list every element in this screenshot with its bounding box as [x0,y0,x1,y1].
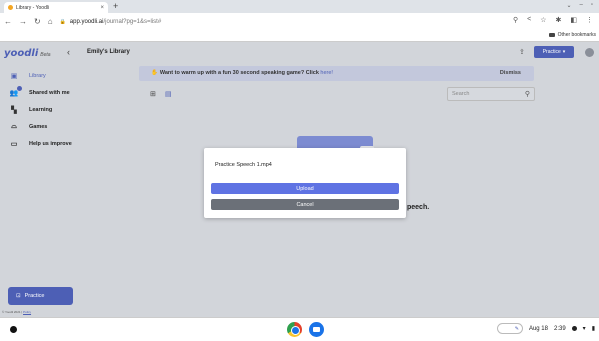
browser-tab[interactable]: Library - Yoodli × [4,2,108,13]
collapse-sidebar-chevron-icon[interactable]: ‹ [67,47,70,57]
warmup-banner: ✋ Want to warm up with a fun 30 second sp… [139,66,534,81]
window-controls: ⌄ – ▫ [566,2,593,9]
waving-hand-icon: ✋ [151,70,158,76]
search-input[interactable] [452,91,525,97]
yoodli-favicon-icon [8,5,13,10]
cancel-button[interactable]: Cancel [211,199,399,210]
empty-state-text: peech. [407,204,430,211]
chrome-icon[interactable] [287,322,302,337]
sidebar-item-shared-with-me[interactable]: 👥 Shared with me [10,86,70,97]
sidebar-item-help-us-improve[interactable]: ▭ Help us improve [10,140,72,148]
list-view-icon[interactable]: ▤ [165,91,172,98]
practice-camera-icon: ⊡ [16,293,21,299]
sidebar-item-label: Shared with me [29,89,70,96]
toolbar-actions: ⚲ < ☆ ✱ ◧ ⋮ [513,16,593,24]
lock-icon: 🔒 [59,18,66,25]
tab-title: Library - Yoodli [16,4,50,11]
policy-link[interactable]: Policy [23,310,31,314]
minimize-icon[interactable]: – [580,2,583,9]
maximize-icon[interactable]: ▫ [591,2,593,9]
folder-icon [548,33,555,37]
tray-time: 2:39 [553,325,566,332]
browser-toolbar: ← → ↻ ⌂ 🔒 app.yoodli.ai/journal?pg=1&s=l… [0,13,599,30]
system-tray[interactable]: ✎ Aug 18 2:39 ▾ ▮ [496,323,595,334]
battery-icon: ▮ [591,326,595,332]
feedback-icon: ▭ [10,140,18,148]
sidebar-footer: © Yoodli 2021 | Policy [2,310,31,314]
upload-dialog: Practice Speech 1.mp4 Upload Cancel [204,148,406,218]
sidebar-item-games[interactable]: ⌓ Games [10,123,47,130]
address-bar[interactable]: 🔒 app.yoodli.ai/journal?pg=1&s=list# [60,19,162,25]
home-icon[interactable]: ⌂ [48,17,53,26]
logo-beta-tag: Beta [40,52,51,58]
grid-view-icon[interactable]: ⊞ [150,91,157,98]
selected-file-name: Practice Speech 1.mp4 [215,162,272,168]
sidebar-item-label: Games [29,123,48,130]
practice-label: Practice [24,293,45,299]
sidebar-practice-button[interactable]: ⊡ Practice [8,287,73,305]
launcher-icon[interactable] [10,326,17,333]
bookmarks-bar: Other bookmarks [0,30,599,42]
extensions-puzzle-icon[interactable]: ✱ [556,16,562,24]
search-box: ⚲ [447,87,535,101]
sidebar-item-learning[interactable]: ▚ Learning [10,106,53,114]
view-toggle: ⊞ ▤ [150,91,172,98]
banner-message: ✋ Want to warm up with a fun 30 second sp… [151,70,333,76]
tab-close-icon[interactable]: × [100,5,104,11]
tab-search-icon[interactable]: ⌄ [566,2,571,9]
browser-tab-strip: Library - Yoodli × + ⌄ – ▫ [0,0,599,13]
games-icon: ⌓ [11,122,17,130]
sidebar-item-library[interactable]: ▣ Library [10,72,46,80]
shared-users-icon: 👥 [10,86,22,97]
library-icon: ▣ [10,72,18,80]
practice-label: Practice [542,49,561,55]
side-panel-icon[interactable]: ◧ [570,16,577,24]
zoom-icon[interactable]: ⚲ [513,16,518,24]
chevron-down-icon: ▾ [562,49,566,55]
page-title: Emily's Library [87,49,130,55]
pen-tool-icon[interactable]: ✎ [496,323,523,334]
reload-icon[interactable]: ↻ [34,17,41,26]
logo-wordmark: yoodli [4,48,39,59]
new-tab-button[interactable]: + [113,1,118,11]
upload-icon[interactable]: ⇪ [519,48,528,57]
dismiss-button[interactable]: Dismiss [500,70,521,76]
yoodli-logo[interactable]: yoodli Beta [4,48,51,59]
search-icon[interactable]: ⚲ [525,90,530,98]
forward-arrow-icon[interactable]: → [19,17,27,26]
os-shelf: ✎ Aug 18 2:39 ▾ ▮ [0,317,599,341]
tray-date: Aug 18 [528,325,548,332]
other-bookmarks[interactable]: Other bookmarks [548,32,596,38]
sidebar: yoodli Beta ‹ ▣ Library 👥 Shared with me… [0,42,80,317]
copyright-text: © Yoodli 2021 | [2,310,23,314]
url-host: app.yoodli.ai [69,18,104,25]
bookmark-star-icon[interactable]: ☆ [540,16,546,24]
files-icon[interactable] [309,322,324,337]
menu-dots-icon[interactable]: ⋮ [586,16,593,24]
sidebar-item-label: Learning [29,106,53,113]
notification-badge [17,86,22,91]
upload-button[interactable]: Upload [211,183,399,194]
sidebar-item-label: Library [29,72,46,79]
learning-grid-icon: ▚ [11,106,17,114]
url-path: /journal?pg=1&s=list# [103,18,162,25]
other-bookmarks-label: Other bookmarks [557,32,596,38]
avatar[interactable] [585,48,594,57]
sidebar-item-label: Help us improve [29,140,72,147]
wifi-icon: ▾ [582,326,586,332]
header-practice-button[interactable]: Practice ▾ [534,46,574,58]
share-icon[interactable]: < [527,16,531,24]
back-arrow-icon[interactable]: ← [4,17,12,26]
status-dot-icon [571,326,577,331]
banner-link[interactable]: here! [320,70,333,76]
